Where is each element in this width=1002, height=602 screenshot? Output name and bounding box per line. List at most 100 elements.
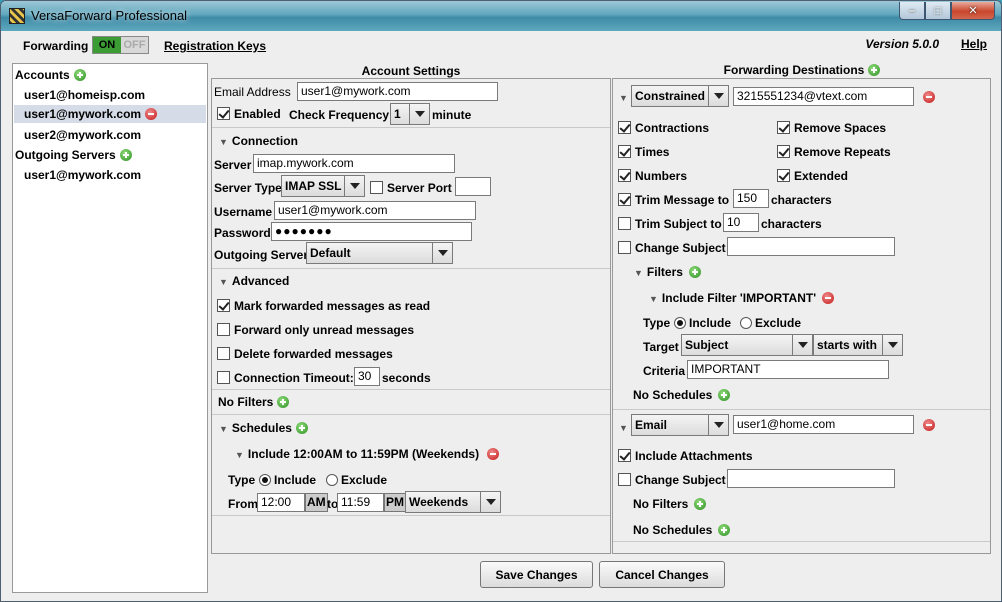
remove-schedule-icon[interactable] xyxy=(487,448,500,460)
mark-read-checkbox[interactable]: Mark forwarded messages as read xyxy=(217,299,430,313)
add-filter-icon[interactable] xyxy=(688,266,701,278)
change-subject-check-box[interactable] xyxy=(618,473,631,486)
contractions-check-box[interactable] xyxy=(618,121,631,134)
add-filter-icon[interactable] xyxy=(277,396,290,408)
account-item-selected[interactable]: user1@mywork.com xyxy=(14,105,206,123)
destination-type-select[interactable]: Email xyxy=(631,414,729,436)
chevron-down-icon[interactable] xyxy=(344,176,364,196)
unread-only-checkbox[interactable]: Forward only unread messages xyxy=(217,323,414,337)
trim-subject-field[interactable]: 10 xyxy=(723,213,759,232)
change-subject-field[interactable] xyxy=(727,237,895,256)
to-ampm-toggle[interactable]: PM xyxy=(384,493,406,512)
help-link[interactable]: Help xyxy=(961,37,987,51)
close-button[interactable]: ✕ xyxy=(951,2,995,20)
remove-filter-icon[interactable] xyxy=(822,292,835,304)
chevron-down-icon[interactable] xyxy=(708,415,728,435)
remove-repeats-checkbox[interactable]: Remove Repeats xyxy=(777,145,891,159)
toggle-on[interactable]: ON xyxy=(93,37,121,53)
enabled-check-box[interactable] xyxy=(217,107,230,120)
trim-subject-checkbox[interactable]: Trim Subject to xyxy=(618,217,722,231)
schedules-section-toggle[interactable]: ▼ Schedules xyxy=(219,421,308,435)
trim-subject-check-box[interactable] xyxy=(618,217,631,230)
schedule-exclude-radio[interactable]: Exclude xyxy=(326,473,387,487)
trim-message-checkbox[interactable]: Trim Message to xyxy=(618,193,729,207)
email-field[interactable]: user1@mywork.com xyxy=(297,82,498,101)
extended-check-box[interactable] xyxy=(777,169,790,182)
delete-forwarded-checkbox[interactable]: Delete forwarded messages xyxy=(217,347,393,361)
chevron-down-icon[interactable] xyxy=(432,243,452,263)
chevron-down-icon[interactable] xyxy=(792,335,812,355)
change-subject-field[interactable] xyxy=(727,469,895,488)
unread-only-check-box[interactable] xyxy=(217,323,230,336)
destination-type-select[interactable]: Constrained xyxy=(631,85,729,107)
connection-timeout-check-box[interactable] xyxy=(217,371,230,384)
filter-exclude-radio[interactable]: Exclude xyxy=(740,316,801,330)
change-subject-checkbox[interactable]: Change Subject xyxy=(618,473,726,487)
connection-timeout-checkbox[interactable]: Connection Timeout: xyxy=(217,371,354,385)
filters-section-toggle[interactable]: ▼ Filters xyxy=(634,265,701,279)
connection-section-toggle[interactable]: ▼ Connection xyxy=(219,134,298,148)
filter-operator-select[interactable]: starts with xyxy=(813,334,903,356)
advanced-section-toggle[interactable]: ▼ Advanced xyxy=(219,274,289,288)
remove-repeats-check-box[interactable] xyxy=(777,145,790,158)
server-field[interactable]: imap.mywork.com xyxy=(253,154,455,173)
filter-include-radio-button[interactable] xyxy=(674,317,686,329)
remove-account-icon[interactable] xyxy=(145,108,158,120)
add-schedule-icon[interactable] xyxy=(718,524,731,536)
add-schedule-icon[interactable] xyxy=(718,389,731,401)
add-outgoing-server-icon[interactable] xyxy=(119,149,132,161)
add-destination-icon[interactable] xyxy=(868,64,881,76)
username-field[interactable]: user1@mywork.com xyxy=(274,201,476,220)
remove-spaces-check-box[interactable] xyxy=(777,121,790,134)
filter-criteria-field[interactable]: IMPORTANT xyxy=(687,360,889,379)
filter-target-select[interactable]: Subject xyxy=(681,334,813,356)
chevron-down-icon[interactable] xyxy=(480,492,500,512)
change-subject-checkbox[interactable]: Change Subject xyxy=(618,241,726,255)
add-account-icon[interactable] xyxy=(73,69,86,81)
change-subject-check-box[interactable] xyxy=(618,241,631,254)
registration-keys-link[interactable]: Registration Keys xyxy=(164,39,266,53)
include-attachments-check-box[interactable] xyxy=(618,449,631,462)
filter-include-radio[interactable]: Include xyxy=(674,316,731,330)
to-time-field[interactable]: 11:59 xyxy=(337,493,384,512)
account-item[interactable]: user2@mywork.com xyxy=(24,126,141,144)
add-schedule-icon[interactable] xyxy=(295,422,308,434)
outgoing-server-select[interactable]: Default xyxy=(306,242,453,264)
destination-address-field[interactable]: 3215551234@vtext.com xyxy=(733,87,914,106)
remove-destination-icon[interactable] xyxy=(923,91,935,103)
schedule-days-select[interactable]: Weekends xyxy=(405,491,501,513)
toggle-off[interactable]: OFF xyxy=(121,37,148,53)
delete-forwarded-check-box[interactable] xyxy=(217,347,230,360)
trim-message-field[interactable]: 150 xyxy=(733,189,769,208)
enabled-checkbox[interactable]: Enabled xyxy=(217,107,281,121)
server-port-field[interactable] xyxy=(455,177,491,196)
chevron-down-icon[interactable] xyxy=(882,335,902,355)
numbers-check-box[interactable] xyxy=(618,169,631,182)
mark-read-check-box[interactable] xyxy=(217,299,230,312)
add-filter-icon[interactable] xyxy=(694,498,707,510)
trim-message-check-box[interactable] xyxy=(618,193,631,206)
cancel-changes-button[interactable]: Cancel Changes xyxy=(599,561,725,588)
remove-spaces-checkbox[interactable]: Remove Spaces xyxy=(777,121,886,135)
chevron-down-icon[interactable] xyxy=(708,86,728,106)
destination-collapse-toggle[interactable]: ▼ xyxy=(619,90,632,104)
outgoing-server-item[interactable]: user1@mywork.com xyxy=(24,166,141,184)
contractions-checkbox[interactable]: Contractions xyxy=(618,121,709,135)
schedule-include-radio-button[interactable] xyxy=(259,474,271,486)
extended-checkbox[interactable]: Extended xyxy=(777,169,848,183)
server-type-select[interactable]: IMAP SSL xyxy=(281,175,365,197)
minimize-button[interactable]: – xyxy=(899,2,925,20)
server-port-checkbox[interactable]: Server Port xyxy=(370,181,452,195)
save-changes-button[interactable]: Save Changes xyxy=(480,561,593,588)
check-frequency-select[interactable]: 1 xyxy=(390,103,430,125)
schedule-exclude-radio-button[interactable] xyxy=(326,474,338,486)
server-port-check-box[interactable] xyxy=(370,181,383,194)
from-ampm-toggle[interactable]: AM xyxy=(305,493,328,512)
destination-address-field[interactable]: user1@home.com xyxy=(733,415,914,434)
destination-collapse-toggle[interactable]: ▼ xyxy=(619,420,632,434)
times-check-box[interactable] xyxy=(618,145,631,158)
chevron-down-icon[interactable] xyxy=(409,104,429,124)
filter-exclude-radio-button[interactable] xyxy=(740,317,752,329)
maximize-button[interactable]: □ xyxy=(925,2,951,20)
filter-item-toggle[interactable]: ▼ Include Filter 'IMPORTANT' xyxy=(649,291,835,305)
